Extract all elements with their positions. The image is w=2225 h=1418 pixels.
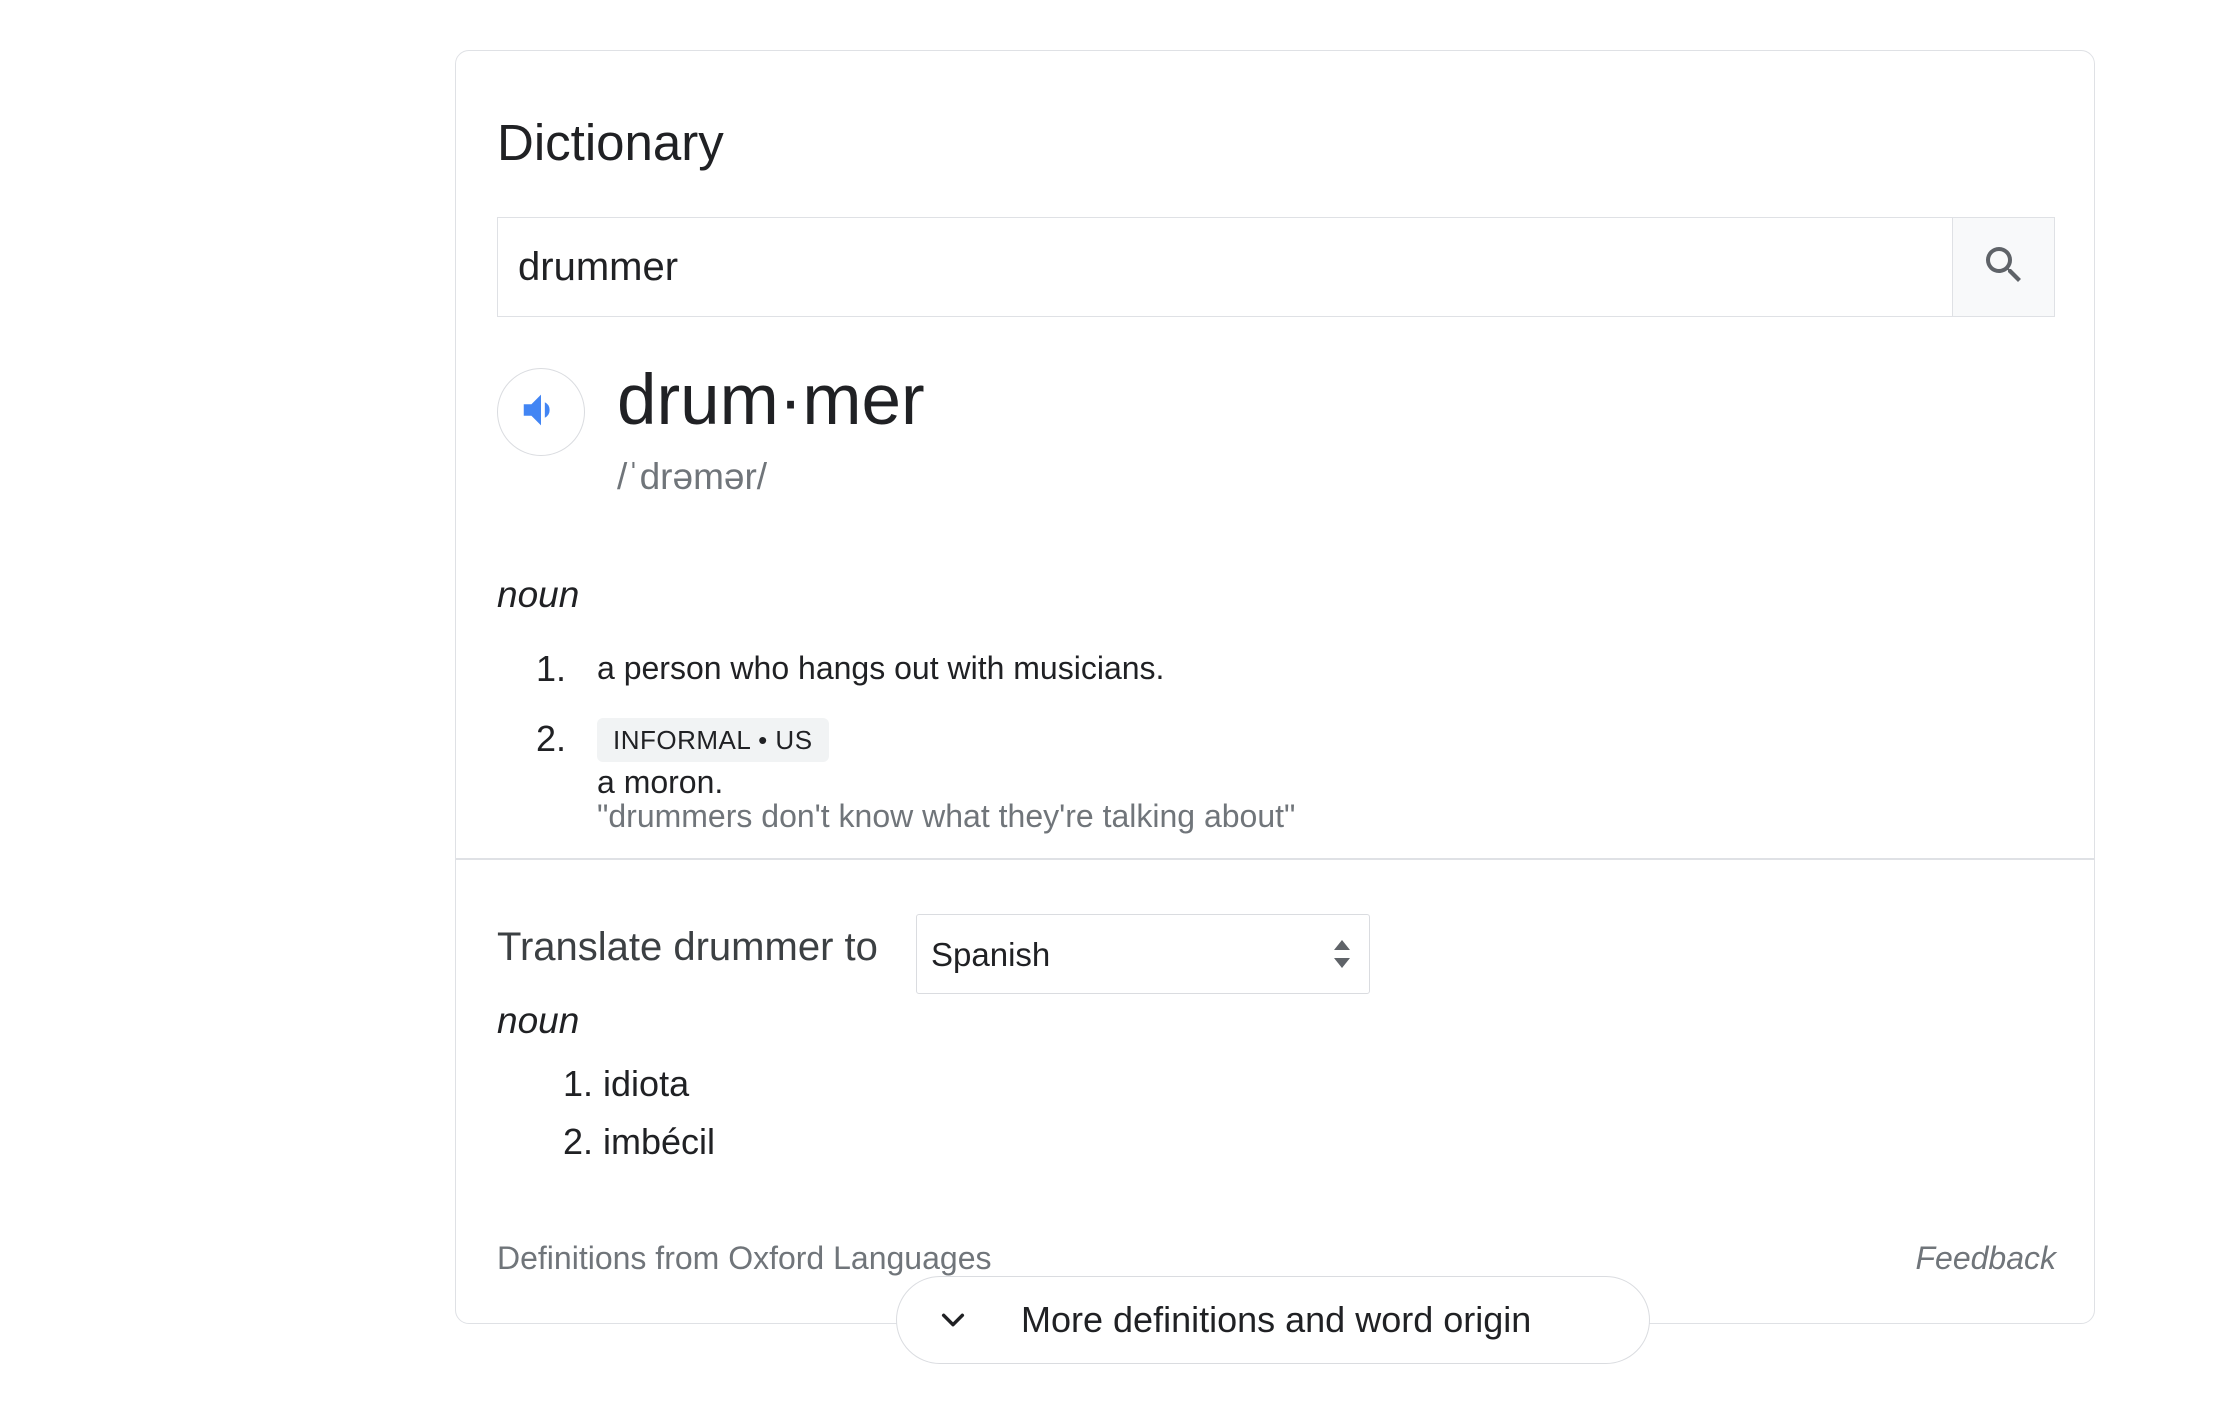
translation-text: idiota	[603, 1063, 690, 1104]
translation-item: 1. idiota	[563, 1062, 689, 1106]
source-attribution: Definitions from Oxford Languages	[497, 1240, 992, 1276]
language-select-value: Spanish	[931, 936, 1051, 973]
definition-number: 2.	[536, 718, 567, 759]
part-of-speech: noun	[497, 574, 580, 615]
more-definitions-button[interactable]: More definitions and word origin	[896, 1276, 1650, 1364]
card-title: Dictionary	[497, 114, 724, 171]
search-button[interactable]	[1952, 218, 2054, 316]
dictionary-card: Dictionary drum·mer /ˈdrəmər/ noun 1. a …	[455, 50, 2095, 1324]
translate-label: Translate drummer to	[497, 925, 878, 969]
translation-text: imbécil	[603, 1121, 716, 1162]
search-icon	[1980, 241, 2028, 294]
search-input[interactable]	[498, 218, 1952, 316]
translation-number: 1.	[563, 1063, 594, 1104]
section-divider	[456, 858, 2094, 860]
definition-text: a person who hangs out with musicians.	[597, 650, 1165, 686]
more-definitions-label: More definitions and word origin	[1021, 1299, 1532, 1340]
definition-number: 1.	[536, 648, 567, 689]
pronounce-button[interactable]	[497, 368, 585, 456]
translation-number: 2.	[563, 1121, 594, 1162]
translation-item: 2. imbécil	[563, 1120, 715, 1164]
translation-part-of-speech: noun	[497, 1000, 580, 1041]
feedback-link[interactable]: Feedback	[1915, 1236, 2056, 1280]
usage-label-badge: INFORMAL • US	[597, 718, 829, 762]
speaker-icon	[518, 387, 564, 438]
definition-example: "drummers don't know what they're talkin…	[597, 798, 1296, 834]
phonetic-spelling: /ˈdrəmər/	[617, 456, 768, 497]
search-box	[497, 217, 2055, 317]
select-arrows-icon	[1331, 937, 1353, 976]
language-select[interactable]: Spanish	[916, 914, 1370, 994]
chevron-down-icon	[933, 1300, 973, 1340]
headword: drum·mer	[617, 361, 925, 440]
